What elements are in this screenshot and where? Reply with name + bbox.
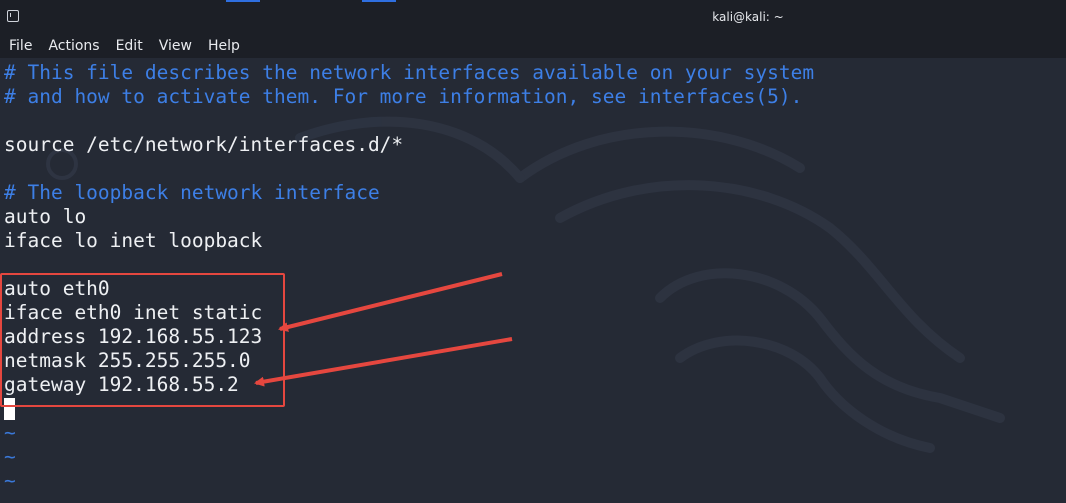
menu-edit[interactable]: Edit	[107, 34, 150, 58]
menu-view[interactable]: View	[150, 34, 199, 58]
empty-line-marker: ~	[4, 421, 16, 444]
terminal-window: kali@kali: ~ File Actions Edit View Help…	[0, 0, 1066, 503]
menu-file[interactable]: File	[0, 34, 39, 58]
comment-line: # The loopback network interface	[4, 181, 380, 204]
workspace-indicator	[226, 0, 260, 2]
terminal-content[interactable]: # This file describes the network interf…	[0, 58, 1066, 503]
menu-bar: File Actions Edit View Help	[0, 34, 1066, 58]
menu-actions[interactable]: Actions	[39, 34, 106, 58]
config-line: iface lo inet loopback	[4, 229, 263, 252]
config-line: source /etc/network/interfaces.d/*	[4, 133, 404, 156]
config-line: auto lo	[4, 205, 87, 228]
empty-line-marker: ~	[4, 469, 16, 492]
empty-line-marker: ~	[4, 445, 16, 468]
menu-help[interactable]: Help	[199, 34, 247, 58]
window-title: kali@kali: ~	[712, 10, 784, 24]
title-bar: kali@kali: ~	[0, 0, 1066, 34]
comment-line: # This file describes the network interf…	[4, 61, 815, 84]
workspace-indicator	[362, 0, 396, 2]
annotation-highlight-box	[0, 273, 285, 407]
comment-line: # and how to activate them. For more inf…	[4, 85, 803, 108]
